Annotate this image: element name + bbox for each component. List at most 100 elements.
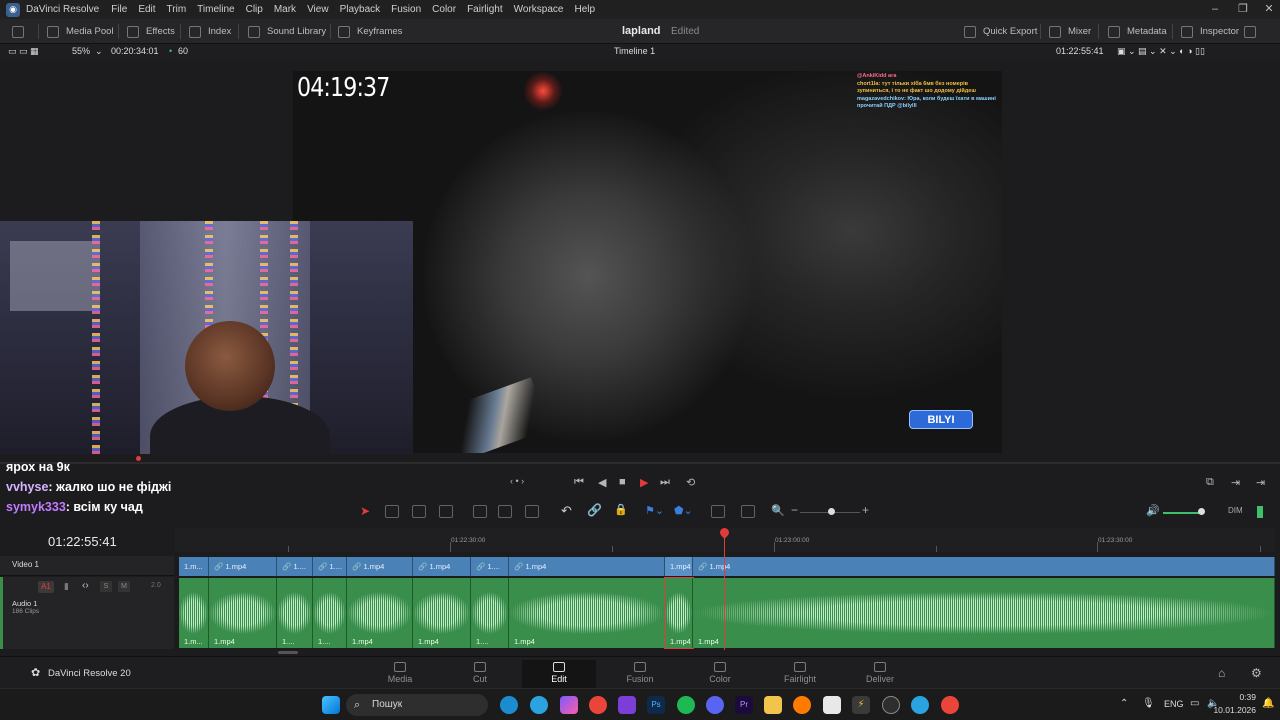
replace-clip-icon[interactable] — [525, 505, 539, 518]
page-fairlight[interactable]: Fairlight — [763, 660, 837, 689]
page-media[interactable]: Media — [363, 660, 437, 689]
blade-tool-icon[interactable] — [439, 505, 453, 518]
video-clip[interactable]: 🔗 1.mp4 — [413, 557, 471, 576]
close-icon[interactable]: ✕ — [1254, 0, 1280, 19]
dynamic-trim-icon[interactable] — [412, 505, 426, 518]
obs-icon[interactable] — [882, 696, 900, 714]
premiere-icon[interactable]: Pr — [735, 696, 753, 714]
menu-file[interactable]: File — [111, 4, 127, 15]
mute-button[interactable]: M — [118, 581, 130, 592]
telegram-icon-2[interactable] — [911, 696, 929, 714]
clock-date[interactable]: 10.01.2026 — [1202, 705, 1256, 715]
notepad-icon[interactable] — [823, 696, 841, 714]
viewer[interactable]: 04:19:37 @AnkiKidd ага chort1la: тут тіл… — [0, 59, 1280, 459]
mixer-button[interactable]: Mixer — [1049, 19, 1091, 44]
zoom-out-icon[interactable]: − — [791, 503, 798, 517]
layout-toggle-icon[interactable] — [1244, 19, 1263, 44]
play-reverse-icon[interactable]: ◀ — [598, 476, 606, 489]
inspector-button[interactable]: Inspector — [1181, 19, 1239, 44]
menu-fusion[interactable]: Fusion — [391, 4, 421, 15]
play-icon[interactable]: ▶ — [640, 476, 648, 489]
menu-clip[interactable]: Clip — [246, 4, 263, 15]
menu-mark[interactable]: Mark — [274, 4, 296, 15]
menu-color[interactable]: Color — [432, 4, 456, 15]
video-clip[interactable]: 🔗 1.mp4 — [509, 557, 665, 576]
language-indicator[interactable]: ENG — [1164, 699, 1184, 709]
video-clip[interactable]: 🔗 1.mp4 — [347, 557, 413, 576]
video-clip[interactable]: 🔗 1.... — [277, 557, 313, 576]
selection-tool-icon[interactable]: ➤ — [360, 504, 370, 518]
keyframes-button[interactable]: Keyframes — [338, 19, 402, 44]
mic-icon[interactable]: 🎙 — [1142, 698, 1155, 709]
file-explorer-icon[interactable] — [764, 696, 782, 714]
end-icon[interactable]: ⇥ — [1256, 476, 1265, 489]
menu-workspace[interactable]: Workspace — [514, 4, 564, 15]
page-edit[interactable]: Edit — [522, 660, 596, 689]
audio-track-tag[interactable]: A1 — [38, 581, 54, 593]
loop-icon[interactable]: ⟲ — [686, 476, 695, 489]
audio-clip[interactable]: 1.mp4 — [509, 578, 665, 648]
audio-clip-selected[interactable]: 1.mp4 — [664, 577, 694, 649]
viewer-layout-icon[interactable]: ▭ ▭ ▦ — [8, 46, 39, 57]
telegram-icon[interactable] — [530, 696, 548, 714]
page-deliver[interactable]: Deliver — [843, 660, 917, 689]
index-button[interactable]: Index — [189, 19, 231, 44]
insert-clip-icon[interactable] — [473, 505, 487, 518]
solo-button[interactable]: S — [100, 581, 112, 592]
page-color[interactable]: Color — [683, 660, 757, 689]
windows-start-icon[interactable] — [322, 696, 340, 714]
photoshop-icon[interactable]: Ps — [647, 696, 665, 714]
zoom-detail-icon[interactable] — [741, 505, 755, 518]
edge-icon[interactable] — [500, 696, 518, 714]
copilot-icon[interactable] — [560, 696, 578, 714]
match-frame-icon[interactable]: ⧉ — [1206, 476, 1214, 489]
snapping-icon[interactable]: ↶ — [561, 503, 572, 519]
video-track-header[interactable]: Video 1 — [0, 556, 174, 576]
page-fusion[interactable]: Fusion — [603, 660, 677, 689]
home-icon[interactable]: ⌂ — [1218, 666, 1225, 680]
timeline-name[interactable]: Timeline 1 — [614, 46, 655, 56]
chrome-icon-2[interactable] — [941, 696, 959, 714]
audio-clip[interactable]: 1.mp4 — [209, 578, 277, 648]
audio-clip[interactable]: 1.mp4 — [347, 578, 413, 648]
menu-help[interactable]: Help — [574, 4, 595, 15]
next-edit-icon[interactable]: ⇥ — [1231, 476, 1240, 489]
quick-export-button[interactable]: Quick Export — [964, 19, 1037, 44]
menu-playback[interactable]: Playback — [340, 4, 381, 15]
video-clip[interactable]: 🔗 1.... — [313, 557, 347, 576]
zoom-slider-handle[interactable] — [828, 508, 835, 515]
dim-button[interactable]: DIM — [1228, 506, 1243, 515]
zoom-in-icon[interactable]: + — [862, 503, 869, 517]
menu-view[interactable]: View — [307, 4, 329, 15]
tray-chevron-icon[interactable]: ⌃ — [1120, 698, 1128, 709]
gear-icon[interactable]: ⚙ — [1251, 666, 1262, 680]
viewer-options-icon[interactable]: ▣ ⌄ ▤ ⌄ ✕ ⌄ ◐ ◑ ▯▯ — [1117, 46, 1205, 57]
volume-slider[interactable] — [1163, 512, 1201, 514]
chevron-down-icon[interactable]: ⌄ — [95, 46, 103, 57]
audio-clip[interactable]: 1.mp4 — [413, 578, 471, 648]
jog-icon[interactable]: ‹ • › — [510, 476, 524, 486]
marker-icon[interactable]: ⬟⌄ — [674, 504, 693, 517]
trim-tool-icon[interactable] — [385, 505, 399, 518]
firefox-icon[interactable] — [793, 696, 811, 714]
overwrite-clip-icon[interactable] — [498, 505, 512, 518]
stop-icon[interactable]: ■ — [619, 476, 626, 488]
audio-clip[interactable]: 1.m... — [179, 578, 209, 648]
video-clip[interactable]: 🔗 1.... — [471, 557, 509, 576]
audio-clip[interactable]: 1.... — [471, 578, 509, 648]
lock-icon[interactable]: 🔒 — [614, 503, 628, 516]
media-pool-button[interactable]: Media Pool — [47, 19, 114, 44]
scrub-bar[interactable] — [0, 462, 1280, 464]
auto-select-icon[interactable]: ‹› — [82, 580, 89, 591]
zoom-full-icon[interactable] — [711, 505, 725, 518]
lock-track-icon[interactable]: ▮ — [64, 581, 69, 592]
flag-icon[interactable]: ⚑⌄ — [645, 504, 664, 517]
audio-clip[interactable]: 1.mp4 — [693, 578, 1275, 648]
effects-button[interactable]: Effects — [127, 19, 175, 44]
menu-trim[interactable]: Trim — [167, 4, 187, 15]
go-to-end-icon[interactable]: ⏭ — [660, 476, 670, 489]
discord-icon[interactable] — [706, 696, 724, 714]
zoom-custom-icon[interactable]: 🔍 — [771, 504, 785, 517]
notification-icon[interactable]: 🔔 — [1262, 698, 1274, 709]
menu-fairlight[interactable]: Fairlight — [467, 4, 503, 15]
